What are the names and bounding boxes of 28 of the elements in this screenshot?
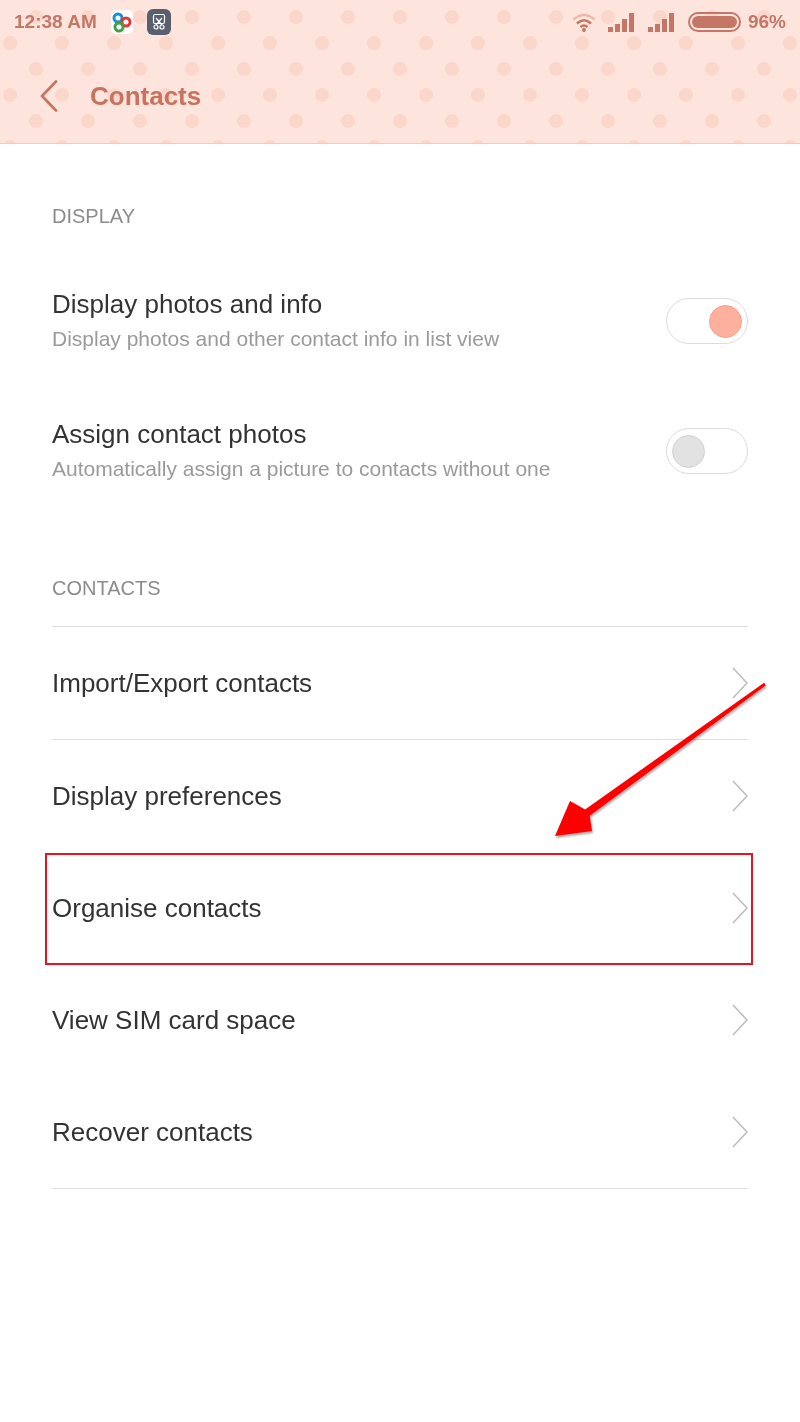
setting-description: Automatically assign a picture to contacts without one [52,456,551,482]
section-header: DISPLAY [52,204,136,228]
chevron-icon [732,1004,748,1036]
list-item[interactable]: Display preferences [52,740,748,852]
back-icon[interactable] [40,80,58,112]
signal-icon [607,12,636,32]
setting-title: Display photos and info [52,289,324,319]
wifi-icon [571,12,596,32]
chevron-icon [732,667,748,699]
status-time: 12:38 AM [14,11,97,33]
scissors-icon [146,9,171,35]
signal-icon [647,12,676,32]
battery-percentage: 96% [747,11,786,33]
battery-icon [687,12,741,32]
section-header: CONTACTS [52,576,162,600]
toggle-switch[interactable] [666,298,748,344]
chevron-icon [732,780,748,812]
setting-title: Assign contact photos [52,419,308,449]
toggle-switch[interactable] [666,428,748,474]
app-icon [110,10,133,34]
list-item[interactable]: View SIM card space [52,964,748,1076]
chevron-icon [732,1116,748,1148]
chevron-icon [732,892,748,924]
screen-title: Contacts [90,80,202,112]
list-item[interactable]: Organise contacts [52,852,748,964]
setting-description: Display photos and other contact info in list view [52,326,500,352]
list-item[interactable]: Import/Export contacts [52,627,748,739]
list-item[interactable]: Recover contacts [52,1076,748,1188]
